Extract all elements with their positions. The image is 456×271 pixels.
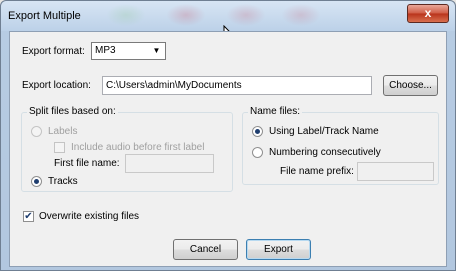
close-icon: x [424,6,432,20]
cancel-button[interactable]: Cancel [173,239,238,260]
export-format-label: Export format: [22,46,85,57]
checkmark-icon: ✔ [24,211,33,222]
using-label-radio[interactable] [252,126,263,137]
split-files-group: Split files based on: Labels Include aud… [21,106,233,192]
tracks-radio-label: Tracks [48,176,78,187]
export-button-label: Export [264,244,293,255]
chevron-down-icon: ▼ [152,46,161,55]
file-name-prefix-input[interactable] [357,162,434,181]
export-location-input[interactable]: C:\Users\admin\MyDocuments [102,76,372,95]
export-button[interactable]: Export [246,239,311,260]
labels-radio-label: Labels [48,126,78,137]
choose-button[interactable]: Choose... [383,75,438,96]
choose-button-label: Choose... [389,80,432,91]
numbering-radio[interactable] [252,147,263,158]
cancel-button-label: Cancel [189,244,222,255]
dialog-body: Export format: MP3 ▼ Export location: C:… [9,31,447,267]
first-file-name-label: First file name: [54,158,120,169]
export-location-value: C:\Users\admin\MyDocuments [106,80,242,91]
numbering-radio-label: Numbering consecutively [269,147,381,158]
tracks-radio[interactable] [31,176,42,187]
split-files-legend: Split files based on: [27,106,118,117]
include-audio-checkbox[interactable] [54,142,65,153]
first-file-name-input[interactable] [125,154,214,173]
name-files-group: Name files: Using Label/Track Name Numbe… [242,106,439,185]
include-audio-label: Include audio before first label [71,142,205,153]
overwrite-checkbox[interactable]: ✔ [23,211,34,222]
close-button[interactable]: x [407,4,449,23]
window-title: Export Multiple [8,10,81,22]
overwrite-label: Overwrite existing files [39,211,140,222]
file-name-prefix-label: File name prefix: [280,166,354,177]
export-format-value: MP3 [95,45,116,56]
export-format-select[interactable]: MP3 ▼ [91,42,166,60]
using-label-radio-label: Using Label/Track Name [269,126,379,137]
labels-radio[interactable] [31,126,42,137]
name-files-legend: Name files: [248,106,303,117]
export-location-label: Export location: [22,80,91,91]
export-multiple-window: Export Multiple x Export format: MP3 ▼ E… [0,0,456,271]
